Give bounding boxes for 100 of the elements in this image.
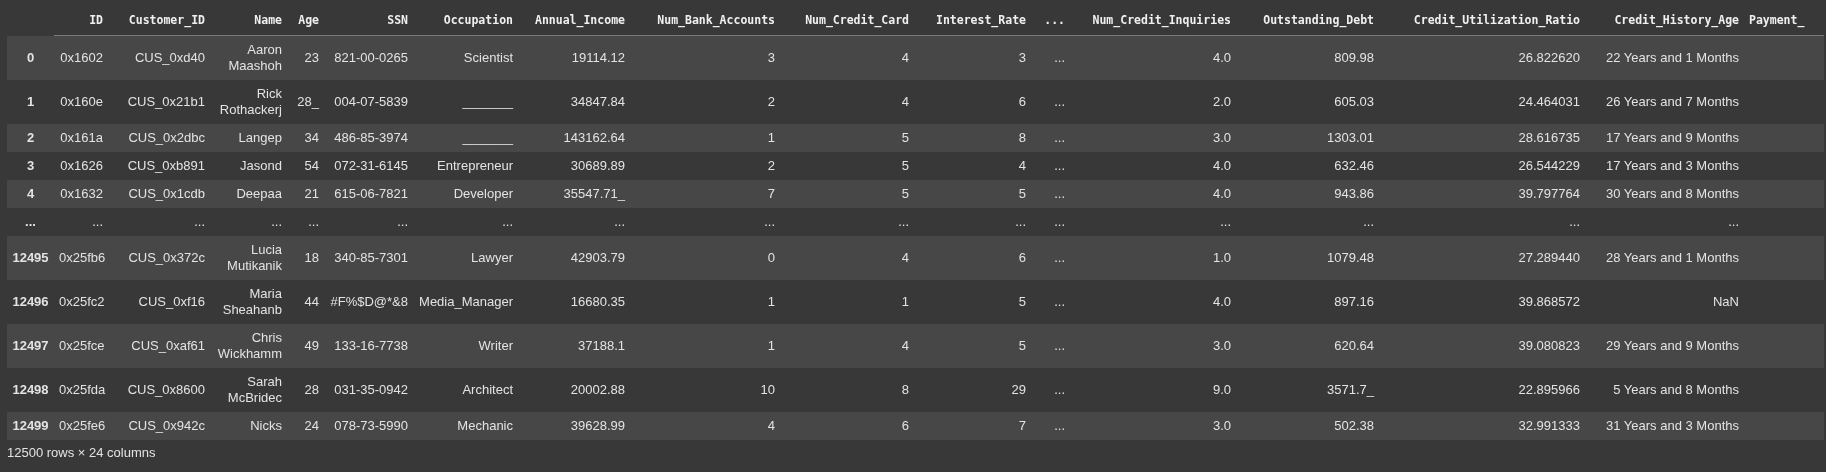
- row-index: 12495: [12, 250, 49, 265]
- table-cell: Chris Wickhamm: [217, 330, 282, 361]
- table-cell: 35547.71_: [563, 186, 625, 201]
- table-cell: 4.0: [1212, 294, 1231, 309]
- table-cell: 39.868572: [1518, 294, 1580, 309]
- table-cell: 32.991333: [1518, 418, 1580, 433]
- table-cell: 3: [767, 50, 775, 65]
- table-cell: CUS_0x21b1: [127, 94, 205, 109]
- table-cell: 897.16: [1334, 294, 1374, 309]
- table-cell: ...: [1220, 214, 1231, 229]
- table-cell: #F%$D@*&8: [330, 294, 408, 309]
- column-header: Outstanding_Debt: [1263, 13, 1374, 27]
- row-index: 0: [26, 49, 35, 65]
- table-cell: 3: [1018, 50, 1026, 65]
- row-index: 3: [26, 158, 35, 173]
- table-cell: CUS_0x1cdb: [128, 186, 205, 201]
- table-cell: 28: [304, 382, 319, 397]
- table-cell: 4: [901, 94, 909, 109]
- table-cell: 943.86: [1334, 186, 1374, 201]
- table-cell: Developer: [453, 186, 513, 201]
- column-header: Num_Credit_Inquiries: [1092, 13, 1231, 27]
- table-cell: Langep: [238, 130, 282, 145]
- table-cell: NaN: [1713, 294, 1739, 309]
- table-cell: 0x25fb6: [59, 250, 106, 265]
- table-cell: 31 Years and 3 Months: [1606, 418, 1739, 433]
- table-cell: 4: [901, 50, 909, 65]
- table-cell: 031-35-0942: [334, 382, 408, 397]
- table-cell: ...: [92, 214, 103, 229]
- column-header: Occupation: [443, 13, 513, 27]
- table-cell: ...: [1054, 250, 1065, 265]
- table-cell: 54: [304, 158, 319, 173]
- table-cell: 133-16-7738: [334, 338, 408, 353]
- table-cell: 4: [901, 338, 909, 353]
- table-cell: 17 Years and 9 Months: [1606, 130, 1739, 145]
- table-cell: 26 Years and 7 Months: [1606, 94, 1739, 109]
- table-cell: ...: [1015, 214, 1026, 229]
- table-cell: 1.0: [1212, 250, 1231, 265]
- table-cell: 9.0: [1212, 382, 1231, 397]
- table-cell: 24: [304, 418, 319, 433]
- table-cell: 2.0: [1212, 94, 1231, 109]
- table-cell: 18: [304, 250, 319, 265]
- row-index: 12499: [12, 418, 49, 433]
- table-cell: 5: [901, 186, 909, 201]
- table-cell: ...: [194, 214, 205, 229]
- table-cell: 28_: [297, 94, 319, 109]
- table-cell: 1: [767, 130, 775, 145]
- table-cell: Jasond: [240, 158, 282, 173]
- table-cell: 632.46: [1334, 158, 1374, 173]
- table-cell: 7: [767, 186, 775, 201]
- table-cell: 22.895966: [1518, 382, 1580, 397]
- table-cell: 340-85-7301: [334, 250, 408, 265]
- column-header: SSN: [387, 13, 408, 27]
- table-cell: CUS_0x8600: [127, 382, 205, 397]
- table-cell: 6: [1018, 250, 1026, 265]
- table-cell: 809.98: [1334, 50, 1374, 65]
- table-cell: CUS_0xd40: [134, 50, 205, 65]
- table-cell: 5 Years and 8 Months: [1613, 382, 1739, 397]
- table-cell: 21: [304, 186, 319, 201]
- table-cell: Architect: [462, 382, 513, 397]
- row-index: 12498: [12, 382, 49, 397]
- table-cell: Nicks: [250, 418, 282, 433]
- table-cell: Maria Sheahanb: [222, 286, 282, 317]
- table-cell: 2: [767, 158, 775, 173]
- table-cell: 605.03: [1334, 94, 1374, 109]
- table-cell: 29: [1011, 382, 1026, 397]
- table-cell: 10: [760, 382, 775, 397]
- table-cell: _______: [462, 130, 513, 145]
- table-cell: 0: [767, 250, 775, 265]
- table-cell: ...: [614, 214, 625, 229]
- table-cell: ...: [1054, 158, 1065, 173]
- table-cell: ...: [1054, 186, 1065, 201]
- table-cell: 23: [304, 50, 319, 65]
- column-header: ...: [1044, 13, 1065, 27]
- table-cell: 7: [1018, 418, 1026, 433]
- table-cell: 34847.84: [570, 94, 625, 109]
- row-index: 2: [26, 130, 35, 145]
- table-cell: 486-85-3974: [334, 130, 408, 145]
- column-header: Credit_History_Age: [1614, 13, 1739, 27]
- table-cell: 1079.48: [1327, 250, 1374, 265]
- table-cell: 19114.12: [571, 50, 625, 65]
- table-cell: 0x25fe6: [59, 418, 106, 433]
- table-cell: 4: [1018, 158, 1026, 173]
- row-index: 1: [26, 94, 35, 109]
- table-cell: 620.64: [1334, 338, 1374, 353]
- row-index: ...: [25, 214, 36, 229]
- table-cell: Lucia Mutikanik: [227, 242, 282, 273]
- column-header: Num_Credit_Card: [805, 13, 909, 27]
- table-cell: CUS_0xb891: [127, 158, 205, 173]
- table-cell: 4: [901, 250, 909, 265]
- table-cell: 0x1632: [60, 186, 103, 201]
- table-cell: 26.544229: [1518, 158, 1580, 173]
- table-cell: ...: [1054, 50, 1065, 65]
- table-cell: 0x25fc2: [59, 294, 105, 309]
- table-cell: ...: [898, 214, 909, 229]
- column-header: Customer_ID: [128, 13, 205, 27]
- table-cell: 30689.89: [570, 158, 625, 173]
- table-cell: 0x1602: [60, 50, 103, 65]
- table-cell: Sarah McBridec: [227, 374, 282, 405]
- table-cell: ...: [1054, 94, 1065, 109]
- table-cell: 1: [767, 294, 775, 309]
